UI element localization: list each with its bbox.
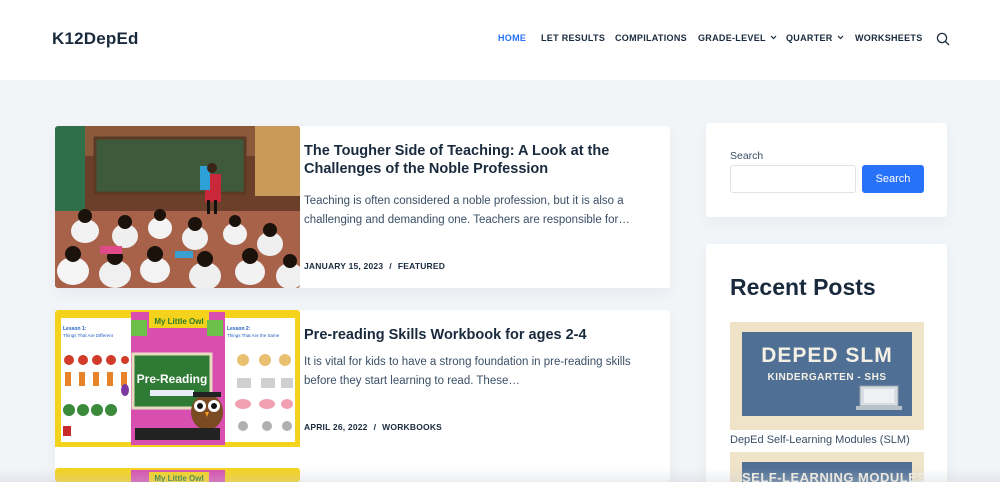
thumb-banner: My Little Owl bbox=[154, 474, 203, 482]
nav-item-label: COMPILATIONS bbox=[615, 33, 687, 43]
nav-item-label: WORKSHEETS bbox=[855, 33, 923, 43]
recent-post-thumbnail[interactable]: SELF-LEARNING MODULES bbox=[730, 452, 924, 482]
meta-separator: / bbox=[373, 422, 377, 432]
nav-item-label: GRADE-LEVEL bbox=[698, 33, 766, 43]
post-title[interactable]: Pre-reading Skills Workbook for ages 2-4 bbox=[304, 326, 669, 344]
thumb-subheading: KINDERGARTEN - SHS bbox=[767, 372, 887, 383]
thumb-lesson-left: Lesson 1: bbox=[63, 326, 87, 332]
nav-item-grade-level[interactable]: GRADE-LEVEL bbox=[698, 33, 777, 43]
post-category[interactable]: WORKBOOKS bbox=[382, 422, 442, 432]
post-thumbnail-classroom[interactable] bbox=[55, 126, 300, 288]
recent-post-thumbnail[interactable]: DEPED SLM KINDERGARTEN - SHS bbox=[730, 322, 924, 430]
post-card: The Tougher Side of Teaching: A Look at … bbox=[55, 126, 670, 288]
post-thumbnail-prereading[interactable]: My Little Owl Pre-Reading Lesson 1: Thin… bbox=[55, 310, 300, 472]
thumb-banner: My Little Owl bbox=[154, 317, 203, 326]
thumb-heading: DEPED SLM bbox=[761, 344, 893, 367]
thumb-board: DEPED SLM KINDERGARTEN - SHS bbox=[742, 332, 912, 416]
recent-posts-widget: Recent Posts DEPED SLM KINDERGARTEN - SH… bbox=[706, 244, 947, 482]
chevron-down-icon bbox=[837, 35, 844, 40]
post-excerpt: It is vital for kids to have a strong fo… bbox=[304, 356, 631, 387]
thumb-lesson-right-sub: Things That Are the Same bbox=[227, 333, 280, 338]
nav-item-label: LET RESULTS bbox=[541, 33, 606, 43]
recent-post-link[interactable]: DepEd Self-Learning Modules (SLM) bbox=[730, 434, 910, 446]
search-input[interactable] bbox=[730, 165, 856, 193]
nav-item-label: HOME bbox=[498, 33, 527, 43]
nav-item-worksheets[interactable]: WORKSHEETS bbox=[855, 33, 923, 43]
thumb-board-title: Pre-Reading bbox=[137, 372, 208, 386]
post-date: APRIL 26, 2022 bbox=[304, 422, 368, 432]
site-logo[interactable]: K12DepEd bbox=[52, 29, 139, 49]
search-icon[interactable] bbox=[936, 32, 950, 46]
site-header: K12DepEd HOME LET RESULTS COMPILATIONS G… bbox=[0, 0, 1000, 80]
search-button[interactable]: Search bbox=[862, 165, 924, 193]
post-excerpt: Teaching is often considered a noble pro… bbox=[304, 195, 630, 226]
post-date: JANUARY 15, 2023 bbox=[304, 261, 384, 271]
post-card: My Little Owl Pre-Reading Lesson 1: Thin… bbox=[55, 310, 670, 472]
post-meta: JANUARY 15, 2023 / FEATURED bbox=[304, 261, 445, 271]
nav-item-let-results[interactable]: LET RESULTS bbox=[541, 33, 605, 43]
thumb-board: SELF-LEARNING MODULES bbox=[742, 462, 924, 482]
thumb-lesson-left-sub: Things That Are Different bbox=[63, 333, 114, 338]
chevron-down-icon bbox=[770, 35, 777, 40]
post-meta: APRIL 26, 2022 / WORKBOOKS bbox=[304, 422, 442, 432]
thumb-lesson-right: Lesson 2: bbox=[227, 326, 251, 332]
nav-item-compilations[interactable]: COMPILATIONS bbox=[615, 33, 687, 43]
post-title[interactable]: The Tougher Side of Teaching: A Look at … bbox=[304, 142, 669, 178]
nav-item-quarter[interactable]: QUARTER bbox=[786, 33, 844, 43]
nav-item-home[interactable]: HOME bbox=[498, 33, 526, 43]
search-label: Search bbox=[730, 150, 764, 162]
recent-posts-title: Recent Posts bbox=[730, 274, 876, 300]
post-thumbnail-workbook[interactable]: My Little Owl bbox=[55, 468, 300, 482]
search-widget: Search Search bbox=[706, 123, 947, 217]
post-card: My Little Owl bbox=[55, 468, 670, 482]
meta-separator: / bbox=[389, 261, 392, 271]
nav-item-label: QUARTER bbox=[786, 33, 833, 43]
post-category[interactable]: FEATURED bbox=[398, 261, 445, 271]
laptop-icon bbox=[856, 385, 902, 410]
thumb-heading: SELF-LEARNING MODULES bbox=[742, 470, 924, 482]
